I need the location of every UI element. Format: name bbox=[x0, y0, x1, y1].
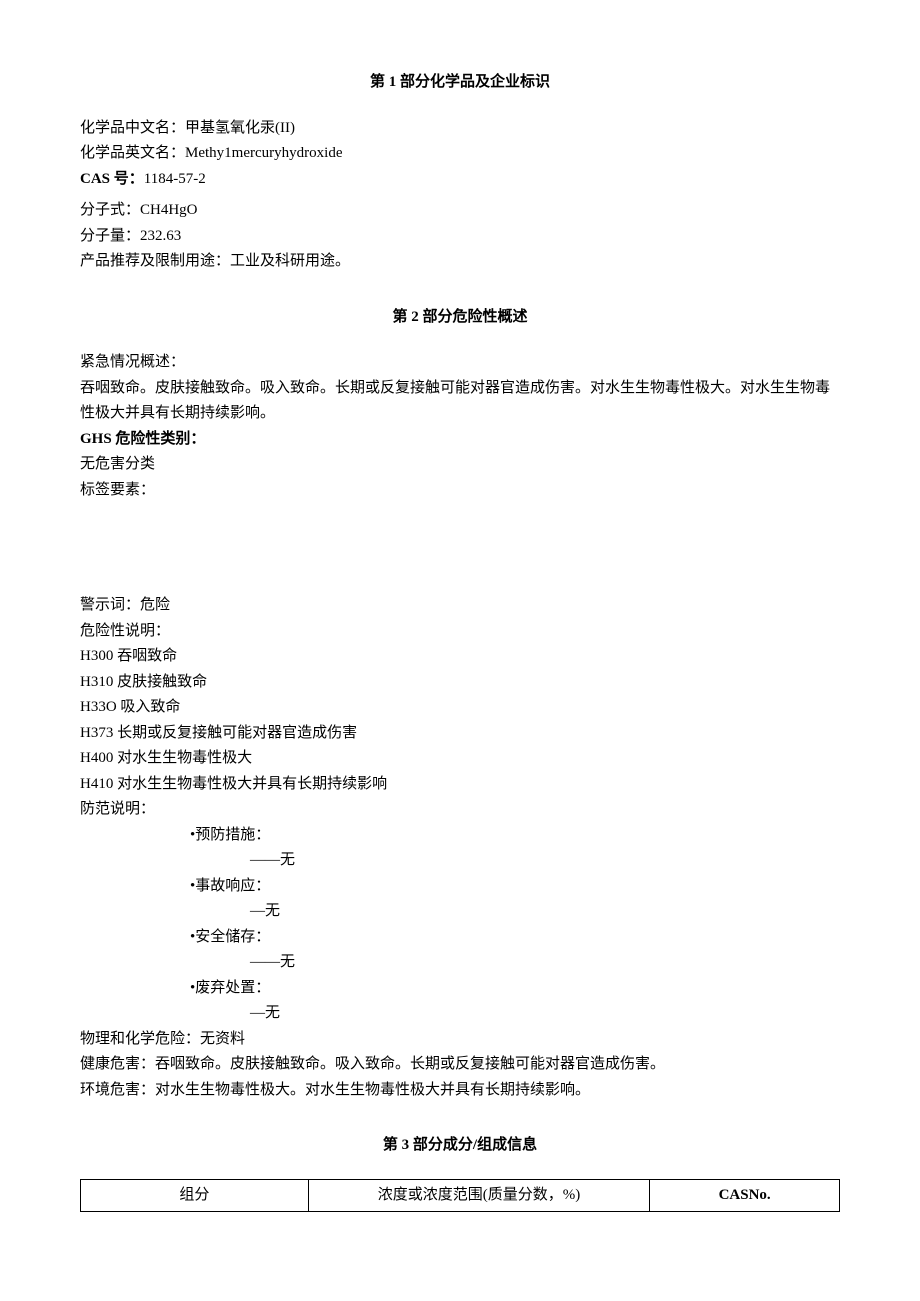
ghs-value: 无危害分类 bbox=[80, 452, 840, 478]
emergency-label: 紧急情况概述： bbox=[80, 350, 840, 376]
composition-table: 组分 浓度或浓度范围(质量分数，%) CASNo. bbox=[80, 1179, 840, 1213]
hazard-stmt-2: H33O 吸入致命 bbox=[80, 695, 840, 721]
section1-title: 第 1 部分化学品及企业标识 bbox=[80, 70, 840, 96]
formula-value: CH4HgO bbox=[140, 202, 198, 218]
formula-label: 分子式： bbox=[80, 202, 140, 218]
hazard-stmt-4: H400 对水生生物毒性极大 bbox=[80, 746, 840, 772]
physchem-value: 无资料 bbox=[200, 1031, 245, 1047]
precaution-body-2: ——无 bbox=[80, 950, 840, 976]
signal-value: 危险 bbox=[140, 597, 170, 613]
ghs-label: GHS 危险性类别： bbox=[80, 427, 840, 453]
env-label: 环境危害： bbox=[80, 1082, 155, 1098]
pictogram-placeholder bbox=[80, 503, 840, 593]
mw-value: 232.63 bbox=[140, 228, 181, 244]
precaution-head-1: •事故响应： bbox=[80, 874, 840, 900]
emergency-text: 吞咽致命。皮肤接触致命。吸入致命。长期或反复接触可能对器官造成伤害。对水生生物毒… bbox=[80, 376, 840, 427]
cas-line: CAS 号：1184-57-2 bbox=[80, 167, 840, 193]
precaution-body-3: —无 bbox=[80, 1001, 840, 1027]
cas-value: 1184-57-2 bbox=[144, 171, 206, 187]
hazard-stmt-label: 危险性说明： bbox=[80, 619, 840, 645]
section2-title: 第 2 部分危险性概述 bbox=[80, 305, 840, 331]
physchem-label: 物理和化学危险： bbox=[80, 1031, 200, 1047]
name-en-line: 化学品英文名：Methy1mercuryhydroxide bbox=[80, 141, 840, 167]
th-cas: CASNo. bbox=[650, 1179, 840, 1212]
section3-title: 第 3 部分成分/组成信息 bbox=[80, 1133, 840, 1159]
physchem-line: 物理和化学危险：无资料 bbox=[80, 1027, 840, 1053]
signal-label: 警示词： bbox=[80, 597, 140, 613]
name-en-label: 化学品英文名： bbox=[80, 145, 185, 161]
hazard-stmt-5: H410 对水生生物毒性极大并具有长期持续影响 bbox=[80, 772, 840, 798]
precaution-head-3: •废弃处置： bbox=[80, 976, 840, 1002]
env-line: 环境危害：对水生生物毒性极大。对水生生物毒性极大并具有长期持续影响。 bbox=[80, 1078, 840, 1104]
mw-label: 分子量： bbox=[80, 228, 140, 244]
formula-line: 分子式：CH4HgO bbox=[80, 198, 840, 224]
label-elements-label: 标签要素： bbox=[80, 478, 840, 504]
env-value: 对水生生物毒性极大。对水生生物毒性极大并具有长期持续影响。 bbox=[155, 1082, 590, 1098]
th-component: 组分 bbox=[81, 1179, 309, 1212]
cas-label: CAS 号： bbox=[80, 171, 144, 187]
name-cn-line: 化学品中文名：甲基氢氧化汞(II) bbox=[80, 116, 840, 142]
health-line: 健康危害：吞咽致命。皮肤接触致命。吸入致命。长期或反复接触可能对器官造成伤害。 bbox=[80, 1052, 840, 1078]
precaution-head-0: •预防措施： bbox=[80, 823, 840, 849]
name-cn-value: 甲基氢氧化汞(II) bbox=[185, 120, 295, 136]
precaution-label: 防范说明： bbox=[80, 797, 840, 823]
usage-label: 产品推荐及限制用途： bbox=[80, 253, 230, 269]
table-row: 组分 浓度或浓度范围(质量分数，%) CASNo. bbox=[81, 1179, 840, 1212]
name-cn-label: 化学品中文名： bbox=[80, 120, 185, 136]
name-en-value: Methy1mercuryhydroxide bbox=[185, 145, 342, 161]
signal-line: 警示词：危险 bbox=[80, 593, 840, 619]
health-value: 吞咽致命。皮肤接触致命。吸入致命。长期或反复接触可能对器官造成伤害。 bbox=[155, 1056, 665, 1072]
usage-line: 产品推荐及限制用途：工业及科研用途。 bbox=[80, 249, 840, 275]
precaution-body-1: —无 bbox=[80, 899, 840, 925]
hazard-stmt-0: H300 吞咽致命 bbox=[80, 644, 840, 670]
th-concentration: 浓度或浓度范围(质量分数，%) bbox=[308, 1179, 650, 1212]
health-label: 健康危害： bbox=[80, 1056, 155, 1072]
hazard-stmt-1: H310 皮肤接触致命 bbox=[80, 670, 840, 696]
hazard-stmt-3: H373 长期或反复接触可能对器官造成伤害 bbox=[80, 721, 840, 747]
usage-value: 工业及科研用途。 bbox=[230, 253, 350, 269]
precaution-head-2: •安全储存： bbox=[80, 925, 840, 951]
mw-line: 分子量：232.63 bbox=[80, 224, 840, 250]
precaution-body-0: ——无 bbox=[80, 848, 840, 874]
